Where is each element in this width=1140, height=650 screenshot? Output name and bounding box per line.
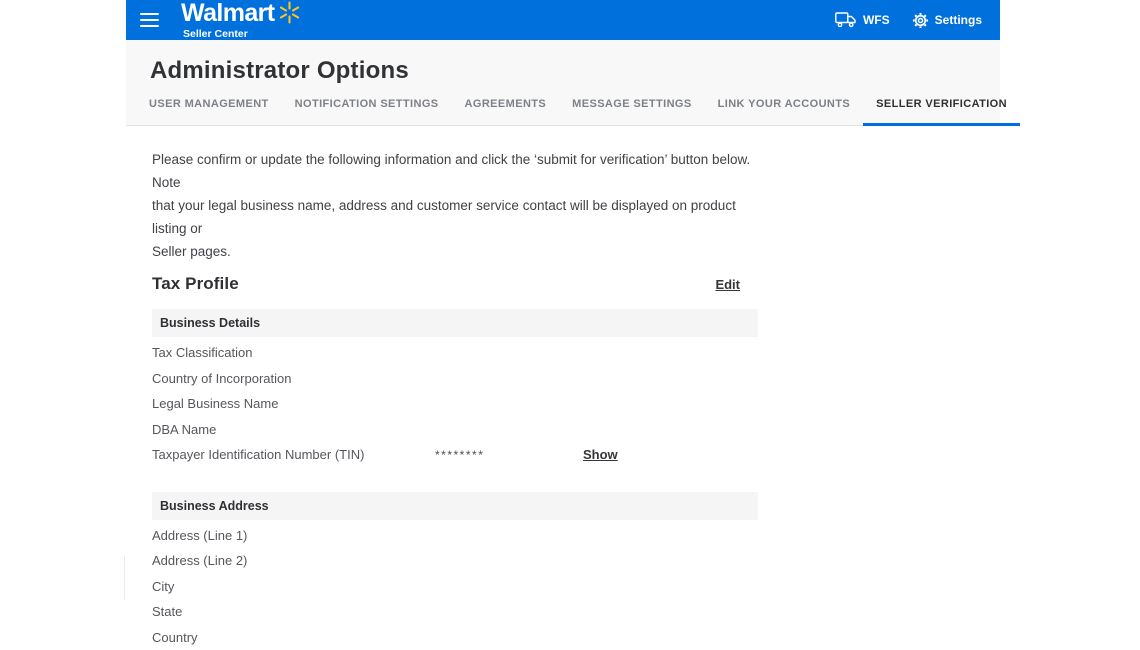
- page-header: Administrator Options USER MANAGEMENT NO…: [126, 40, 1000, 126]
- tab-notification-settings[interactable]: NOTIFICATION SETTINGS: [282, 98, 452, 125]
- edit-link[interactable]: Edit: [715, 277, 740, 292]
- row-state: State: [152, 599, 758, 625]
- field-label: Tax Classification: [152, 345, 435, 360]
- tab-bar: USER MANAGEMENT NOTIFICATION SETTINGS AG…: [126, 98, 1000, 125]
- walmart-seller-center-logo[interactable]: Walmart Seller Center: [181, 1, 301, 40]
- row-tin: Taxpayer Identification Number (TIN) ***…: [152, 442, 758, 468]
- row-country: Country: [152, 625, 758, 650]
- row-country-of-incorporation: Country of Incorporation: [152, 366, 758, 392]
- tax-profile-header-row: Tax Profile Edit: [152, 274, 764, 294]
- intro-text: Please confirm or update the following i…: [152, 148, 772, 263]
- field-label: DBA Name: [152, 422, 435, 437]
- seller-verification-panel: Please confirm or update the following i…: [126, 126, 1000, 650]
- tab-seller-verification[interactable]: SELLER VERIFICATION: [863, 98, 1020, 125]
- field-label: Country of Incorporation: [152, 371, 435, 386]
- settings-label: Settings: [935, 13, 982, 27]
- tab-link-your-accounts[interactable]: LINK YOUR ACCOUNTS: [705, 98, 863, 125]
- masked-tin-value: ********: [435, 448, 583, 462]
- row-tax-classification: Tax Classification: [152, 340, 758, 366]
- business-details-rows: Tax Classification Country of Incorporat…: [152, 340, 758, 468]
- business-address-section: Business Address Address (Line 1) Addres…: [152, 492, 758, 650]
- show-tin-link[interactable]: Show: [583, 447, 758, 462]
- seller-center-app: Walmart Seller Center: [126, 0, 1000, 600]
- tab-user-management[interactable]: USER MANAGEMENT: [136, 98, 282, 125]
- business-address-section-header: Business Address: [152, 492, 758, 520]
- truck-icon: [835, 12, 857, 28]
- field-label: Address (Line 1): [152, 528, 435, 543]
- brand-subtitle: Seller Center: [183, 29, 301, 40]
- business-address-rows: Address (Line 1) Address (Line 2) City S…: [152, 523, 758, 650]
- tab-agreements[interactable]: AGREEMENTS: [452, 98, 560, 125]
- wfs-label: WFS: [863, 13, 890, 27]
- field-label: City: [152, 579, 435, 594]
- left-edge-divider: [124, 556, 125, 600]
- walmart-spark-icon: [278, 1, 301, 28]
- topbar: Walmart Seller Center: [126, 0, 1000, 40]
- field-label: Legal Business Name: [152, 396, 435, 411]
- settings-button[interactable]: Settings: [912, 12, 982, 29]
- field-label: State: [152, 604, 435, 619]
- row-city: City: [152, 574, 758, 600]
- field-label: Address (Line 2): [152, 553, 435, 568]
- row-legal-business-name: Legal Business Name: [152, 391, 758, 417]
- page-title: Administrator Options: [150, 56, 1000, 86]
- field-label: Country: [152, 630, 435, 645]
- tax-profile-heading: Tax Profile: [152, 274, 239, 294]
- walmart-wordmark: Walmart: [181, 1, 275, 26]
- wfs-button[interactable]: WFS: [835, 12, 890, 28]
- business-details-section-header: Business Details: [152, 309, 758, 337]
- row-address-line-1: Address (Line 1): [152, 523, 758, 549]
- hamburger-menu-icon[interactable]: [140, 13, 159, 27]
- tab-message-settings[interactable]: MESSAGE SETTINGS: [559, 98, 704, 125]
- field-label: Taxpayer Identification Number (TIN): [152, 447, 435, 462]
- row-dba-name: DBA Name: [152, 417, 758, 443]
- business-details-section: Business Details Tax Classification Coun…: [152, 309, 758, 468]
- row-address-line-2: Address (Line 2): [152, 548, 758, 574]
- gear-icon: [912, 12, 929, 29]
